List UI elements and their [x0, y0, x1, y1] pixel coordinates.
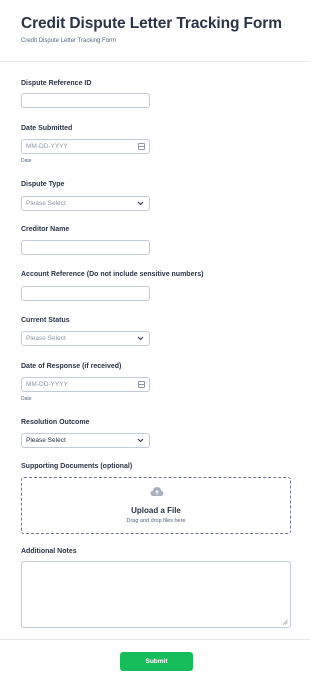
form-subtitle: Credit Dispute Letter Tracking Form	[21, 38, 117, 44]
form-header: Credit Dispute Letter Tracking Form Cred…	[0, 0, 310, 62]
supporting-documents-label: Supporting Documents (optional)	[21, 463, 133, 470]
current-status-select[interactable]: Please Select	[21, 331, 150, 346]
dispute-reference-id-label: Dispute Reference ID	[21, 80, 92, 87]
chevron-down-icon	[137, 336, 144, 341]
footer-divider	[0, 639, 310, 640]
calendar-icon[interactable]	[138, 381, 145, 388]
resolution-outcome-label: Resolution Outcome	[21, 419, 90, 426]
date-of-response-sublabel: Date	[21, 396, 32, 402]
file-upload-dropzone[interactable]: Upload a File Drag and drop files here	[21, 477, 291, 534]
current-status-label: Current Status	[21, 317, 70, 324]
date-of-response-label: Date of Response (if received)	[21, 363, 122, 370]
cloud-upload-icon	[150, 487, 164, 496]
calendar-icon[interactable]	[138, 143, 145, 150]
dispute-reference-id-input[interactable]	[21, 93, 150, 108]
date-submitted-label: Date Submitted	[21, 125, 73, 132]
upload-hint: Drag and drop files here	[126, 518, 186, 524]
date-submitted-placeholder: MM-DD-YYYY	[26, 143, 68, 150]
additional-notes-textarea[interactable]	[21, 561, 291, 628]
upload-title: Upload a File	[131, 506, 181, 515]
chevron-down-icon	[137, 438, 144, 443]
dispute-type-selected: Please Select	[26, 200, 66, 207]
creditor-name-label: Creditor Name	[21, 226, 70, 233]
date-of-response-input[interactable]: MM-DD-YYYY	[21, 377, 150, 392]
additional-notes-label: Additional Notes	[21, 548, 77, 555]
chevron-down-icon	[137, 201, 144, 206]
form-title: Credit Dispute Letter Tracking Form	[21, 15, 282, 32]
resolution-outcome-selected: Please Select	[26, 437, 66, 444]
dispute-type-label: Dispute Type	[21, 181, 65, 188]
resize-grip-icon[interactable]	[282, 619, 288, 625]
dispute-type-select[interactable]: Please Select	[21, 196, 150, 211]
current-status-selected: Please Select	[26, 335, 66, 342]
date-submitted-input[interactable]: MM-DD-YYYY	[21, 139, 150, 154]
resolution-outcome-select[interactable]: Please Select	[21, 433, 150, 448]
date-of-response-placeholder: MM-DD-YYYY	[26, 381, 68, 388]
account-reference-input[interactable]	[21, 286, 150, 301]
submit-button[interactable]: Submit	[120, 652, 193, 671]
creditor-name-input[interactable]	[21, 240, 150, 255]
account-reference-label: Account Reference (Do not include sensit…	[21, 271, 204, 278]
date-submitted-sublabel: Date	[21, 158, 32, 164]
